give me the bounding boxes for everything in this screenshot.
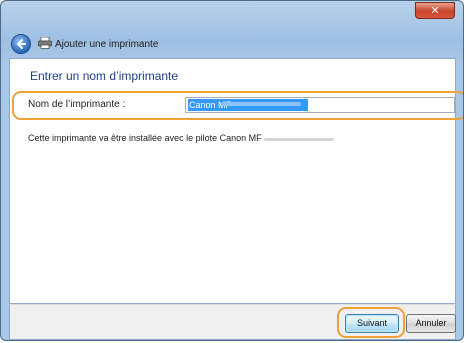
back-button[interactable]: [11, 34, 31, 54]
page-heading: Entrer un nom d’imprimante: [30, 69, 179, 83]
redacted-driver-text: [264, 138, 334, 141]
back-arrow-icon: [17, 39, 26, 49]
printer-icon: [38, 37, 52, 49]
next-button-highlight: [337, 307, 405, 338]
window-title: Ajouter une imprimante: [55, 39, 159, 50]
add-printer-window: ✕ Ajouter une imprimante Entrer un nom d…: [0, 0, 464, 341]
close-button[interactable]: ✕: [415, 2, 455, 19]
name-field-highlight: [12, 91, 463, 120]
driver-info-text: Cette imprimante va être installée avec …: [28, 133, 262, 143]
cancel-button[interactable]: Annuler: [406, 314, 456, 333]
